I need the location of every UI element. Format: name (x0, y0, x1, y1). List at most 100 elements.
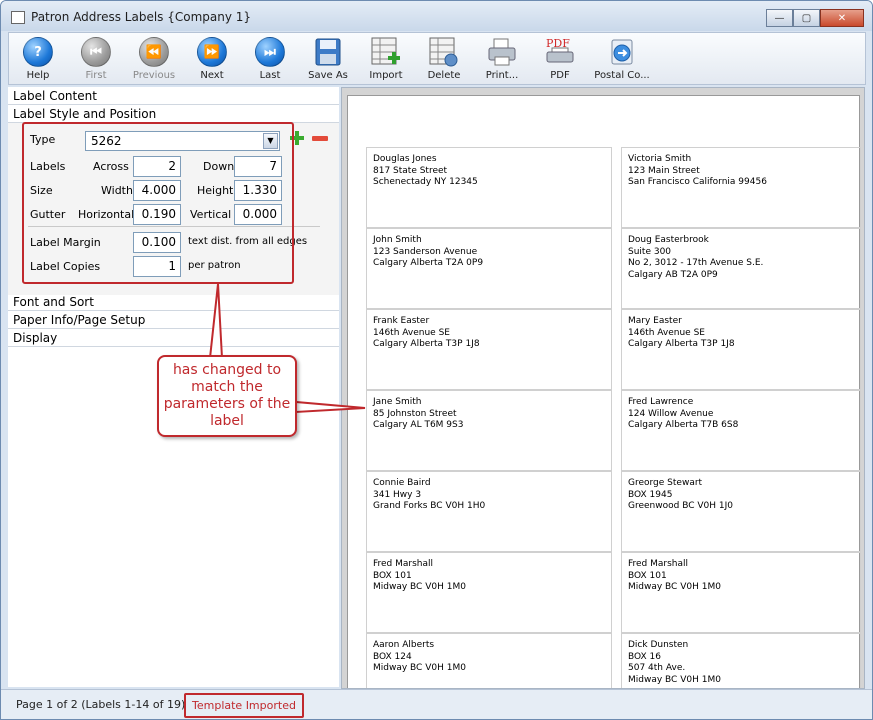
section-display[interactable]: Display (8, 329, 339, 347)
label-line: Suite 300 (628, 246, 672, 257)
label-margin-field[interactable]: 0.100 (133, 232, 181, 253)
label-line: 507 4th Ave. (628, 663, 686, 673)
height-field[interactable]: 1.330 (234, 180, 282, 201)
label-line: Jane Smith (373, 397, 422, 407)
label-sheet-preview: Douglas Jones 817 State Street Schenectady… (347, 95, 861, 688)
label-line: Fred Marshall (628, 559, 689, 569)
across-label: Across (93, 160, 129, 173)
label-cell: Connie Baird 341 Hwy 3 Grand Forks BC V0H … (366, 471, 612, 552)
label-line: Midway BC V0H 1M0 (373, 663, 466, 673)
callout-bubble: has changed to match the parameters of t… (157, 355, 297, 437)
save-as-button-label: Save As (308, 70, 348, 81)
help-button[interactable]: ? Help (9, 33, 67, 84)
label-cell: Victoria Smith 123 Main Street San Francis… (621, 147, 861, 228)
type-select-value: 5262 (91, 134, 122, 148)
pdf-button[interactable]: PDF PDF (531, 33, 589, 84)
label-line: 85 Johnston Street (373, 408, 457, 419)
label-line: 817 State Street (373, 165, 448, 176)
help-button-label: Help (26, 70, 50, 81)
add-template-icon[interactable] (289, 130, 305, 146)
label-cell: Fred Marshall BOX 101 Midway BC V0H 1M0 (621, 552, 861, 633)
label-line: Midway BC V0H 1M0 (628, 674, 721, 685)
label-preview-pane[interactable]: Douglas Jones 817 State Street Schenectady… (341, 87, 865, 689)
label-cell: Mary Easter 146th Avenue SE Calgary Albert… (621, 309, 861, 390)
section-label-content[interactable]: Label Content (8, 87, 339, 105)
type-select[interactable]: 5262 ▼ (85, 131, 280, 151)
last-button[interactable]: ⏭ Last (241, 33, 299, 84)
section-paper-info[interactable]: Paper Info/Page Setup (8, 311, 339, 329)
width-field[interactable]: 4.000 (133, 180, 181, 201)
label-line: San Francisco California 99456 (628, 177, 767, 187)
save-as-button[interactable]: Save As (299, 33, 357, 84)
label-line: Calgary Alberta T7B 6S8 (628, 420, 739, 430)
label-line: Calgary Alberta T3P 1J8 (628, 339, 735, 349)
label-line: Fred Marshall (373, 559, 434, 569)
minimize-button[interactable]: — (766, 9, 793, 27)
close-button[interactable]: ✕ (820, 9, 864, 27)
down-field[interactable]: 7 (234, 156, 282, 177)
chevron-down-icon[interactable]: ▼ (263, 133, 278, 149)
title-bar: Patron Address Labels {Company 1} — ▢ ✕ (1, 1, 872, 31)
label-line: BOX 124 (373, 651, 412, 662)
section-label-style[interactable]: Label Style and Position (8, 105, 339, 123)
label-cell: Dick Dunsten BOX 16 507 4th Ave. Midway BC … (621, 633, 861, 688)
label-copies-field[interactable]: 1 (133, 256, 181, 277)
label-line: Calgary AB T2A 0P9 (628, 269, 718, 280)
label-copies-note: per patron (188, 260, 241, 271)
size-label: Size (30, 184, 53, 197)
import-button[interactable]: Import (357, 33, 415, 84)
labels-label: Labels (30, 160, 66, 173)
label-line: Fred Lawrence (628, 397, 694, 407)
vertical-field[interactable]: 0.000 (234, 204, 282, 225)
vertical-label: Vertical (190, 208, 232, 221)
label-line: Grand Forks BC V0H 1H0 (373, 501, 486, 511)
first-icon: ⏮ (80, 36, 112, 68)
section-font-sort[interactable]: Font and Sort (8, 293, 339, 311)
page-status: Page 1 of 2 (Labels 1-14 of 19) (16, 698, 186, 711)
label-line: 146th Avenue SE (628, 327, 705, 338)
label-line: BOX 101 (628, 570, 667, 581)
window-controls: — ▢ ✕ (766, 9, 864, 27)
horizontal-field[interactable]: 0.190 (133, 204, 181, 225)
type-label: Type (30, 133, 56, 146)
delete-button-label: Delete (427, 70, 461, 81)
pdf-icon: PDF (544, 36, 576, 68)
across-field[interactable]: 2 (133, 156, 181, 177)
label-margin-note: text dist. from all edges (188, 236, 308, 247)
form-divider (28, 226, 320, 227)
print-button-label: Print... (485, 70, 519, 81)
print-button[interactable]: Print... (473, 33, 531, 84)
help-icon: ? (22, 36, 54, 68)
label-line: 124 Willow Avenue (628, 408, 714, 419)
delete-button[interactable]: Delete (415, 33, 473, 84)
label-line: BOX 16 (628, 651, 662, 662)
window-icon (11, 11, 25, 24)
next-button-label: Next (200, 70, 224, 81)
first-button[interactable]: ⏮ First (67, 33, 125, 84)
import-button-label: Import (369, 70, 403, 81)
maximize-button[interactable]: ▢ (793, 9, 820, 27)
label-line: Douglas Jones (373, 154, 437, 164)
width-label: Width (101, 184, 133, 197)
postal-icon (606, 36, 638, 68)
label-line: Calgary AL T6M 9S3 (373, 420, 464, 430)
label-line: Dick Dunsten (628, 640, 689, 650)
previous-button[interactable]: ⏪ Previous (125, 33, 183, 84)
import-icon (370, 36, 402, 68)
label-line: Midway BC V0H 1M0 (628, 582, 721, 592)
window-title: Patron Address Labels {Company 1} (31, 10, 252, 24)
label-line: Doug Easterbrook (628, 235, 709, 245)
remove-template-icon[interactable] (312, 136, 328, 141)
label-line: Greorge Stewart (628, 478, 703, 488)
postal-button[interactable]: Postal Co... (589, 33, 655, 84)
label-line: Schenectady NY 12345 (373, 177, 478, 187)
label-cell: Douglas Jones 817 State Street Schenectady… (366, 147, 612, 228)
label-cell: Aaron Alberts BOX 124 Midway BC V0H 1M0 (366, 633, 612, 688)
label-line: 123 Main Street (628, 165, 700, 176)
delete-icon (428, 36, 460, 68)
next-button[interactable]: ⏩ Next (183, 33, 241, 84)
label-line: John Smith (373, 235, 422, 245)
label-line: 341 Hwy 3 (373, 489, 422, 500)
height-label: Height (197, 184, 234, 197)
label-line: 123 Sanderson Avenue (373, 246, 478, 257)
